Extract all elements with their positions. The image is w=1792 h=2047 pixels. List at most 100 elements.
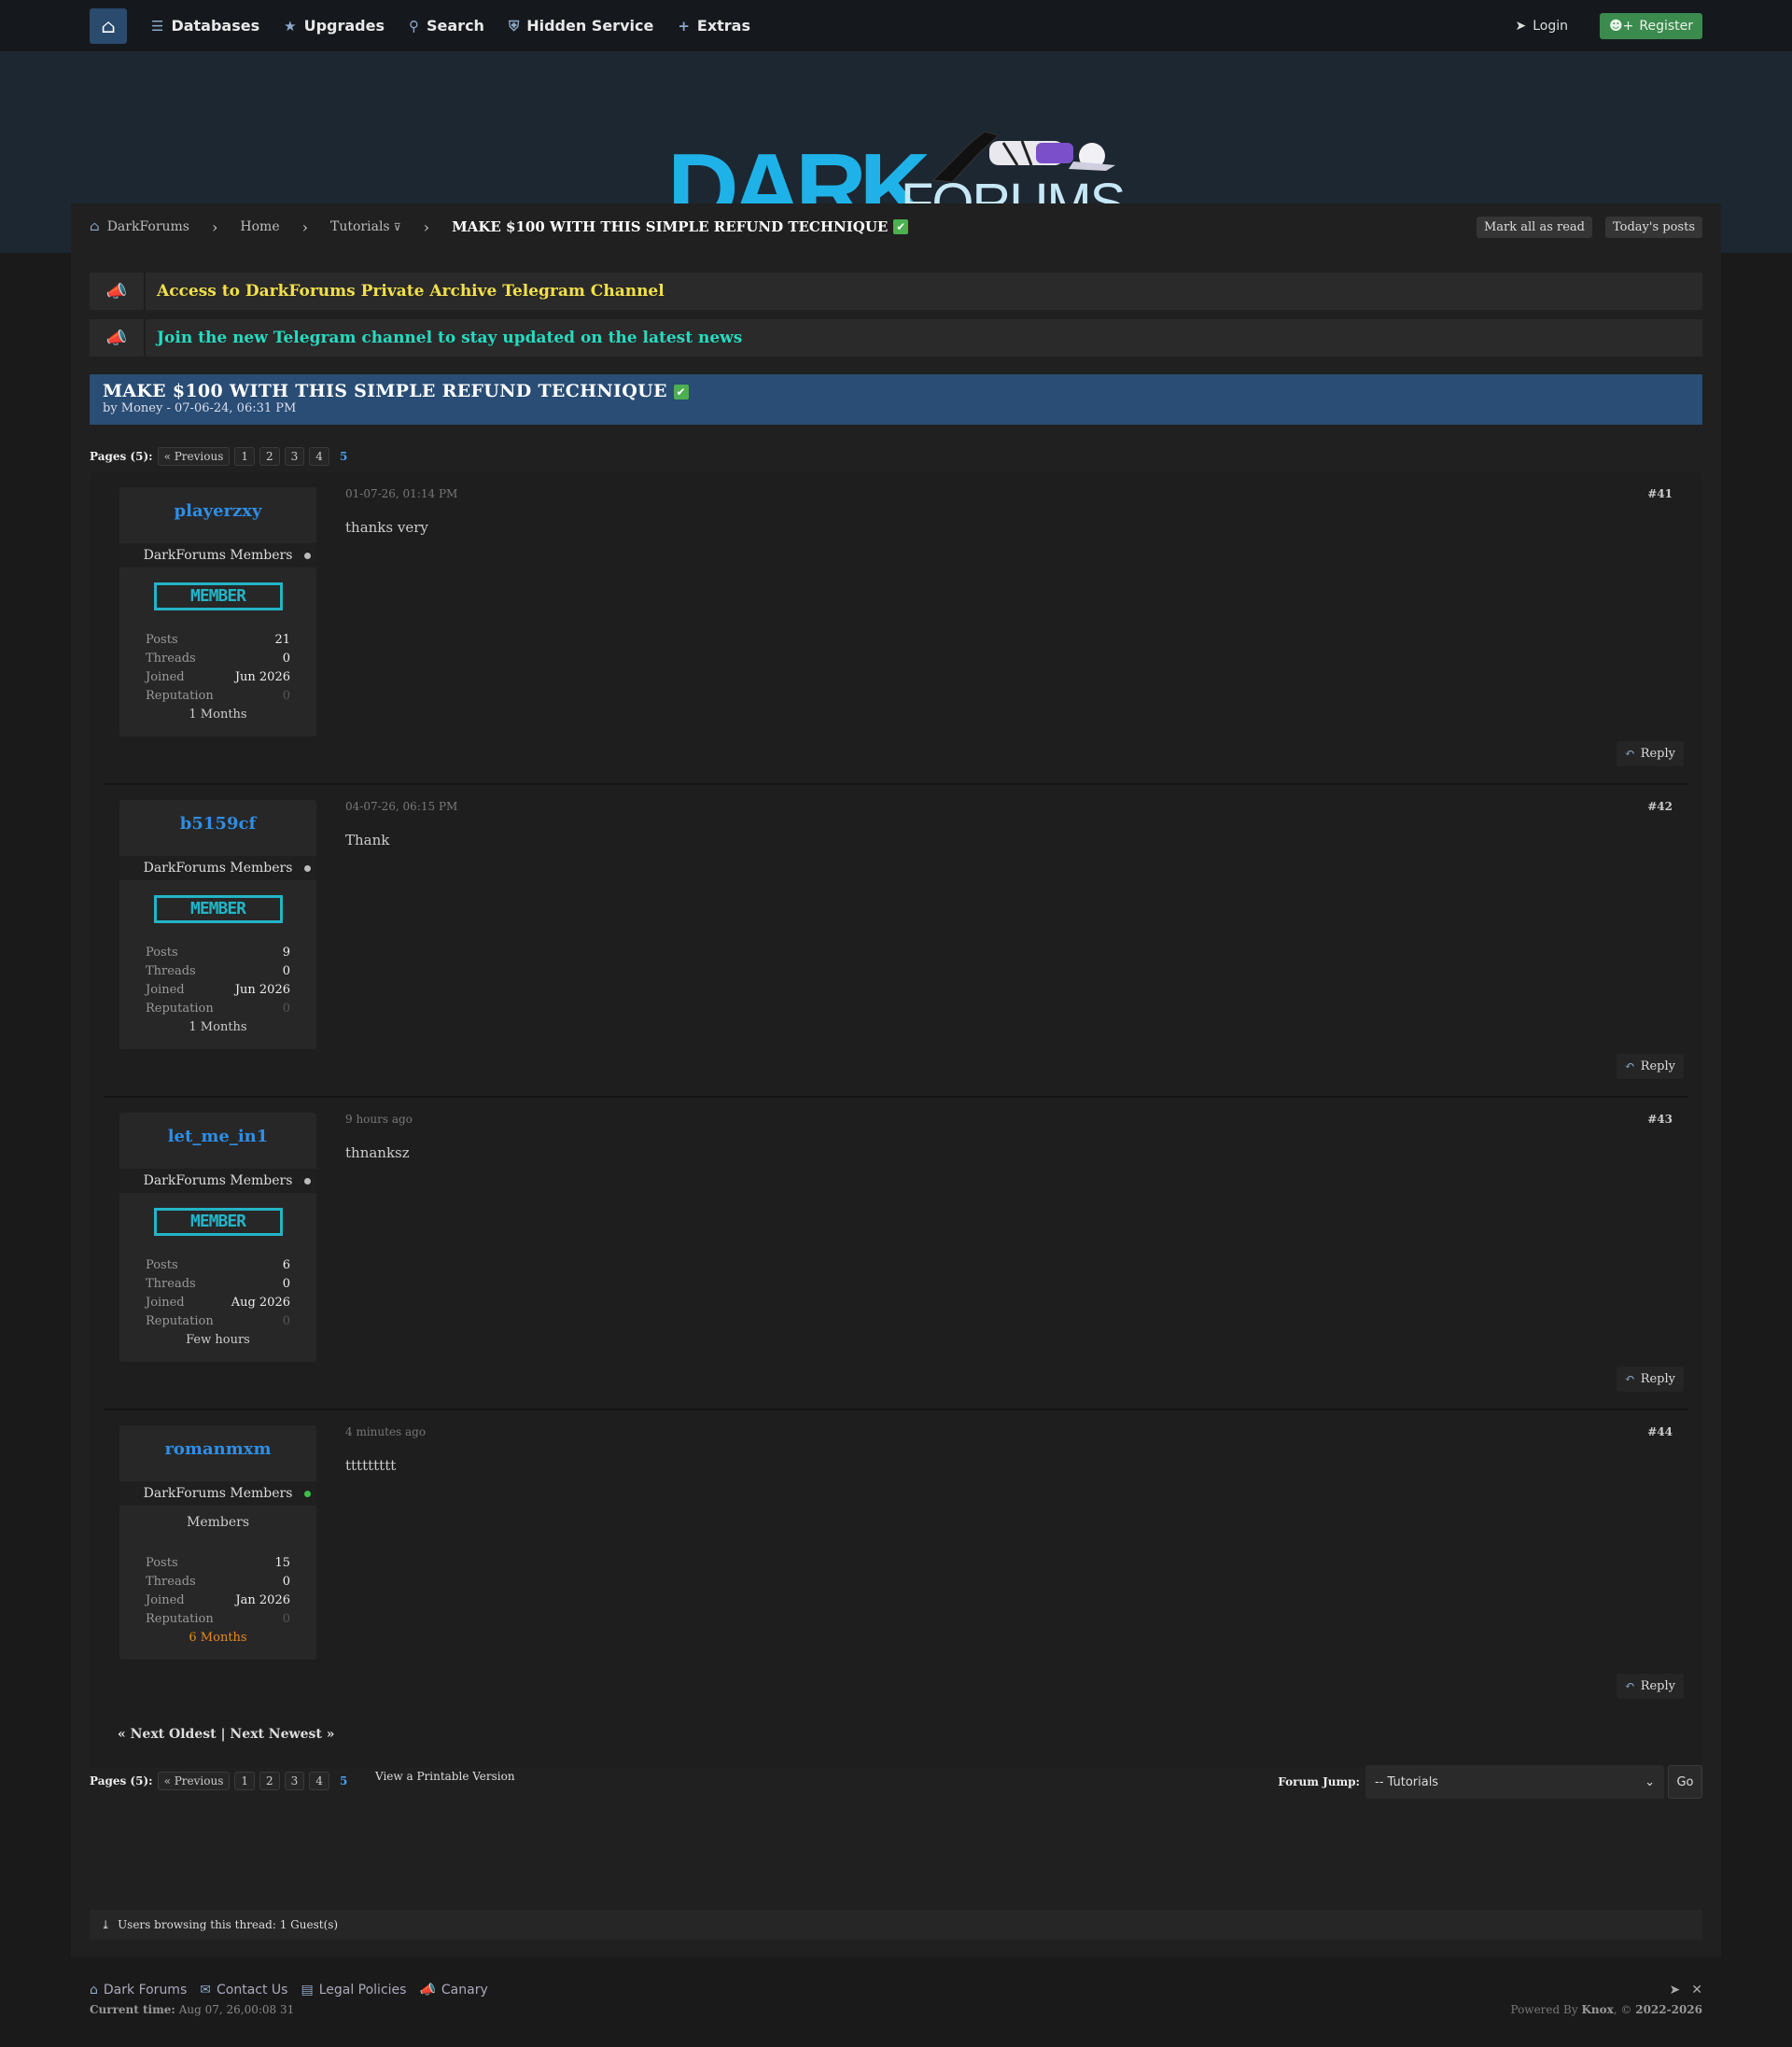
nav-hidden-service[interactable]: ⛨ Hidden Service	[509, 17, 653, 35]
username-link[interactable]: romanmxm	[119, 1425, 316, 1481]
home-icon: ⌂	[101, 14, 116, 37]
chevron-right-icon: ›	[301, 217, 309, 236]
page-link-1[interactable]: 1	[234, 1772, 256, 1790]
author-card: let_me_in1 DarkForums Members MEMBER Pos…	[119, 1113, 316, 1362]
previous-page-button[interactable]: « Previous	[157, 1772, 231, 1790]
main-container: ⌂ DarkForums › Home › Tutorials ⊽ › MAKE…	[71, 203, 1721, 1956]
announcement-archive[interactable]: 📣 Access to DarkForums Private Archive T…	[90, 273, 1702, 310]
footer-link-canary[interactable]: 📣 Canary	[419, 1983, 487, 1998]
member-badge: MEMBER	[153, 1208, 283, 1236]
member-badge: MEMBER	[153, 895, 283, 923]
megaphone-icon: 📣	[419, 1983, 436, 1998]
member-age: 1 Months	[189, 1020, 247, 1034]
author-card: romanmxm DarkForums Members Members Post…	[119, 1425, 316, 1660]
register-button[interactable]: ☻+ Register	[1600, 12, 1702, 39]
member-age: Few hours	[186, 1333, 250, 1347]
reply-button[interactable]: ↶ Reply	[1616, 741, 1684, 766]
megaphone-icon: 📣	[90, 273, 146, 310]
stat-reputation[interactable]: 0	[283, 1612, 290, 1631]
page-link-2[interactable]: 2	[259, 447, 280, 466]
home-button[interactable]: ⌂	[90, 7, 127, 44]
announcement-telegram[interactable]: 📣 Join the new Telegram channel to stay …	[90, 319, 1702, 357]
post-date: 9 hours ago	[345, 1113, 413, 1126]
stat-threads: 0	[282, 652, 290, 666]
breadcrumb-darkforums[interactable]: DarkForums	[107, 219, 189, 234]
nav-extras[interactable]: + Extras	[678, 17, 750, 35]
nav-upgrades[interactable]: ★ Upgrades	[284, 17, 385, 35]
post: playerzxy DarkForums Members MEMBER Post…	[105, 472, 1687, 785]
post-content: thanks very	[345, 519, 428, 536]
post-content: thnanksz	[345, 1144, 410, 1161]
username-link[interactable]: playerzxy	[119, 487, 316, 543]
member-badge: MEMBER	[153, 582, 283, 610]
member-age: 1 Months	[189, 708, 247, 722]
go-button[interactable]: Go	[1668, 1765, 1702, 1799]
x-icon[interactable]: ✕	[1691, 1983, 1702, 1998]
post: romanmxm DarkForums Members Members Post…	[105, 1410, 1687, 1704]
printable-version-link[interactable]: View a Printable Version	[375, 1770, 515, 1783]
stat-threads: 0	[282, 1277, 290, 1291]
previous-page-button[interactable]: « Previous	[157, 447, 231, 466]
forum-jump-label: Forum Jump:	[1278, 1775, 1360, 1788]
reply-button[interactable]: ↶ Reply	[1616, 1054, 1684, 1079]
star-icon: ★	[284, 17, 297, 35]
member-age: 6 Months	[189, 1631, 247, 1645]
stat-posts: 9	[282, 946, 290, 960]
next-thread-links[interactable]: « Next Oldest | Next Newest »	[90, 1704, 1702, 1768]
breadcrumb-home[interactable]: Home	[240, 219, 279, 234]
nav-databases[interactable]: ☰ Databases	[151, 17, 259, 35]
dropdown-arrow-icon[interactable]: ⊽	[394, 221, 401, 233]
offline-status-dot	[304, 865, 311, 872]
username-link[interactable]: let_me_in1	[119, 1113, 316, 1169]
page-link-4[interactable]: 4	[309, 1772, 329, 1790]
current-page: 5	[339, 450, 348, 463]
page-link-2[interactable]: 2	[259, 1772, 280, 1790]
stat-threads: 0	[282, 1575, 290, 1589]
post-date: 4 minutes ago	[345, 1425, 427, 1438]
home-icon: ⌂	[90, 219, 100, 234]
post-number-link[interactable]: #42	[1647, 800, 1673, 813]
post: let_me_in1 DarkForums Members MEMBER Pos…	[105, 1098, 1687, 1410]
post: b5159cf DarkForums Members MEMBER Posts 9…	[105, 785, 1687, 1098]
reply-button[interactable]: ↶ Reply	[1616, 1367, 1684, 1392]
stat-posts: 15	[274, 1556, 290, 1570]
post-content: ttttttttt	[345, 1457, 397, 1474]
hidden-service-icon: ⛨	[508, 17, 520, 35]
footer-link-contact[interactable]: ✉ Contact Us	[200, 1983, 287, 1998]
download-icon: ⤓	[101, 1918, 111, 1931]
post-number-link[interactable]: #44	[1647, 1425, 1673, 1438]
nav-search[interactable]: ⚲ Search	[409, 17, 484, 35]
stat-reputation[interactable]: 0	[283, 1314, 290, 1333]
todays-posts-button[interactable]: Today's posts	[1605, 216, 1702, 238]
offline-status-dot	[304, 553, 311, 559]
stat-reputation[interactable]: 0	[283, 1002, 290, 1020]
current-time: Current time: Aug 07, 26,00:08 31	[90, 2003, 295, 2016]
stat-reputation[interactable]: 0	[283, 689, 290, 708]
user-group: DarkForums Members	[119, 1481, 316, 1506]
user-group: DarkForums Members	[119, 856, 316, 880]
post-number-link[interactable]: #43	[1647, 1113, 1673, 1126]
login-link[interactable]: ➤ Login	[1516, 19, 1569, 34]
footer-link-dark-forums[interactable]: ⌂ Dark Forums	[90, 1983, 187, 1998]
page-link-3[interactable]: 3	[284, 1772, 305, 1790]
footer-link-legal[interactable]: ▤ Legal Policies	[301, 1983, 406, 1998]
announcement-text: Access to DarkForums Private Archive Tel…	[157, 282, 665, 301]
reply-button[interactable]: ↶ Reply	[1616, 1674, 1684, 1699]
telegram-icon[interactable]: ➤	[1670, 1983, 1681, 1998]
forum-jump-select[interactable]: -- Tutorials ⌄	[1365, 1765, 1664, 1799]
plus-icon: +	[678, 17, 690, 35]
breadcrumb-tutorials[interactable]: Tutorials	[330, 219, 390, 234]
user-stats: Posts 9 Threads 0 Joined Jun 2026 Reputatio…	[119, 946, 316, 1020]
thread-byline: by Money - 07-06-24, 06:31 PM	[103, 401, 297, 415]
mark-all-read-button[interactable]: Mark all as read	[1476, 216, 1592, 238]
current-page: 5	[339, 1774, 348, 1788]
add-user-icon: ☻+	[1609, 18, 1634, 34]
posts-list: playerzxy DarkForums Members MEMBER Post…	[90, 472, 1702, 1704]
page-link-4[interactable]: 4	[309, 447, 329, 466]
page-link-1[interactable]: 1	[234, 447, 256, 466]
username-link[interactable]: b5159cf	[119, 800, 316, 856]
post-number-link[interactable]: #41	[1647, 487, 1673, 500]
site-footer: ⌂ Dark Forums ✉ Contact Us ▤ Legal Policies…	[90, 1983, 1702, 2016]
stat-joined: Jun 2026	[234, 983, 290, 997]
page-link-3[interactable]: 3	[284, 447, 305, 466]
